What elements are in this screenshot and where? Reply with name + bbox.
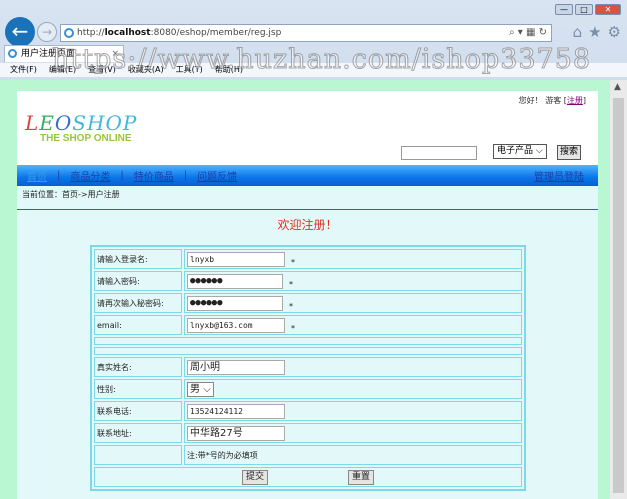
address-tools[interactable]: ⌕ ▾ ▦ ↻: [509, 25, 547, 41]
forward-button[interactable]: →: [37, 22, 57, 42]
greeting: 您好！ 游客 [注册]: [518, 96, 586, 105]
category-select[interactable]: 电子产品 ⌵: [493, 144, 547, 159]
phone-input[interactable]: 13524124112: [187, 403, 285, 419]
scrollbar[interactable]: ▲: [610, 80, 627, 499]
search-button[interactable]: 搜索: [557, 145, 582, 160]
confirm-password-input[interactable]: ●●●●●●: [187, 295, 283, 311]
form-row: 联系地址: 中华路27号: [94, 423, 522, 443]
favorites-star-icon[interactable]: ★: [588, 23, 601, 41]
form-row: 请输入密码: ●●●●●● *: [94, 271, 522, 291]
email-input[interactable]: lnyxb@163.com: [187, 317, 285, 333]
search-input[interactable]: [401, 146, 477, 160]
password-input[interactable]: ●●●●●●: [187, 273, 283, 289]
note-row: 注:带*号的为必填项: [94, 445, 522, 465]
nav-admin-login[interactable]: 管理员登陆: [534, 168, 584, 183]
form-row: 性别: 男 ⌵: [94, 379, 522, 399]
scroll-up-icon[interactable]: ▲: [614, 82, 621, 92]
page-title: 欢迎注册！: [277, 218, 338, 232]
browser-icons: ⌂ ★ ⚙: [573, 23, 621, 41]
realname-input[interactable]: 周小明: [187, 359, 285, 375]
back-button[interactable]: ←: [5, 17, 35, 47]
required-note: 注:带*号的为必填项: [184, 445, 522, 465]
ie-icon: [8, 49, 17, 58]
main-nav: 首页 | 商品分类 | 特价商品 | 问题反馈 管理员登陆: [17, 165, 598, 186]
menu-edit[interactable]: 编辑(E): [49, 63, 76, 77]
browser-tab[interactable]: 用户注册页面 ×: [4, 45, 124, 62]
breadcrumb: 当前位置：首页->用户注册: [22, 190, 120, 199]
form-row: 真实姓名: 周小明: [94, 357, 522, 377]
tab-close-icon[interactable]: ×: [111, 46, 119, 62]
spacer-row: [94, 337, 522, 345]
nav-home[interactable]: 首页: [27, 168, 47, 183]
form-row: 请输入登录名: lnyxb *: [94, 249, 522, 269]
registration-form: 请输入登录名: lnyxb * 请输入密码: ●●●●●● * 请再次输入秘密码: ●●●…: [90, 245, 526, 491]
nav-categories[interactable]: 商品分类: [70, 168, 110, 183]
refresh-icon[interactable]: ↻: [539, 27, 547, 38]
home-icon[interactable]: ⌂: [573, 23, 583, 41]
menu-view[interactable]: 查看(V): [88, 63, 116, 77]
form-row: 请再次输入秘密码: ●●●●●● *: [94, 293, 522, 313]
form-row: email: lnyxb@163.com *: [94, 315, 522, 335]
chevron-down-icon: ⌵: [203, 383, 211, 395]
gender-select[interactable]: 男 ⌵: [187, 381, 214, 397]
browser-chrome: — □ ✕ ← → http://localhost:8080/eshop/memb…: [0, 0, 627, 90]
close-button[interactable]: ✕: [595, 4, 621, 15]
minimize-button[interactable]: —: [555, 4, 573, 15]
ie-icon: [64, 28, 74, 38]
page: 您好！ 游客 [注册] LEOSHOP THE SHOP ONLINE 电子产品…: [17, 91, 598, 499]
nav-feedback[interactable]: 问题反馈: [197, 168, 237, 183]
search-icon[interactable]: ⌕: [509, 27, 515, 38]
reset-button[interactable]: 重置: [348, 469, 375, 485]
logo[interactable]: LEOSHOP THE SHOP ONLINE: [25, 111, 137, 144]
form-row: 联系电话: 13524124112: [94, 401, 522, 421]
register-link[interactable]: 注册: [567, 96, 583, 105]
menu-bar: 文件(F) 编辑(E) 查看(V) 收藏夹(A) 工具(T) 帮助(H): [0, 63, 627, 77]
menu-file[interactable]: 文件(F): [10, 63, 37, 77]
menu-favorites[interactable]: 收藏夹(A): [128, 63, 164, 77]
address-input[interactable]: 中华路27号: [187, 425, 285, 441]
address-bar[interactable]: http://localhost:8080/eshop/member/reg.j…: [60, 24, 552, 42]
scroll-thumb[interactable]: [613, 98, 624, 493]
menu-help[interactable]: 帮助(H): [215, 63, 243, 77]
gear-icon[interactable]: ⚙: [608, 23, 621, 41]
compat-icon[interactable]: ▦: [526, 27, 535, 38]
buttons-row: 提交 重置: [94, 467, 522, 487]
nav-specials[interactable]: 特价商品: [134, 168, 174, 183]
username-input[interactable]: lnyxb: [187, 251, 285, 267]
menu-tools[interactable]: 工具(T): [176, 63, 203, 77]
site-header: 您好！ 游客 [注册] LEOSHOP THE SHOP ONLINE 电子产品…: [17, 91, 598, 165]
spacer-row: [94, 347, 522, 355]
divider: [17, 209, 598, 210]
submit-button[interactable]: 提交: [241, 469, 268, 485]
chevron-down-icon: ⌵: [535, 146, 543, 156]
window-controls: — □ ✕: [555, 4, 621, 15]
maximize-button[interactable]: □: [575, 4, 593, 15]
